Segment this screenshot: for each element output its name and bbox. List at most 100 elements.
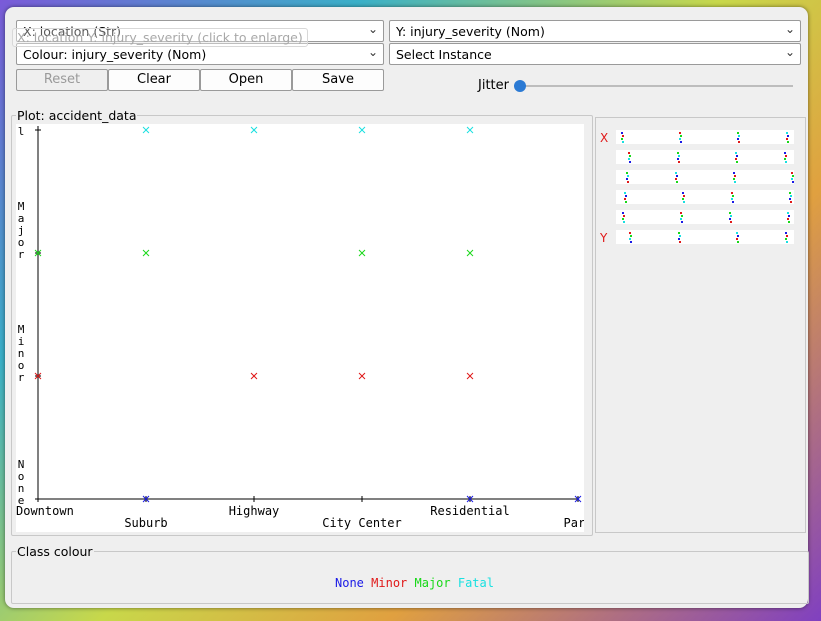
attribute-dot — [680, 212, 682, 214]
legend-none[interactable]: None — [335, 576, 364, 590]
save-button[interactable]: Save — [292, 69, 384, 91]
attribute-dot — [630, 235, 632, 237]
attribute-strip[interactable] — [616, 210, 794, 224]
data-point[interactable] — [466, 372, 474, 380]
y-tick-label: Fatal — [18, 124, 25, 138]
attribute-dot — [682, 192, 684, 194]
attribute-dot — [734, 181, 736, 183]
attribute-dot — [680, 218, 682, 220]
attribute-dot — [791, 178, 793, 180]
attribute-dot — [623, 221, 625, 223]
attribute-dot — [731, 192, 733, 194]
attribute-dot — [677, 158, 679, 160]
attribute-dot — [729, 218, 731, 220]
attribute-dot — [792, 181, 794, 183]
attribute-dot — [738, 141, 740, 143]
attribute-dot — [679, 138, 681, 140]
attribute-dot — [785, 155, 787, 157]
attribute-dot — [681, 221, 683, 223]
attribute-dot — [626, 172, 628, 174]
attribute-dot — [735, 152, 737, 154]
attribute-dot — [785, 232, 787, 234]
attribute-dot — [729, 212, 731, 214]
attribute-dot — [625, 195, 627, 197]
attribute-dot — [621, 138, 623, 140]
attribute-overview-svg[interactable]: XY — [596, 118, 805, 532]
attribute-dot — [786, 235, 788, 237]
scatter-plot[interactable]: Downtown Suburb Highway City Center Resident… — [16, 124, 584, 532]
x-tick-label: Highway — [229, 504, 280, 518]
legend-minor[interactable]: Minor — [371, 576, 407, 590]
data-point[interactable] — [142, 126, 150, 134]
attribute-dot — [628, 152, 630, 154]
attribute-dot — [680, 141, 682, 143]
open-button[interactable]: Open — [200, 69, 292, 91]
attribute-dot — [784, 152, 786, 154]
colour-select-value: Colour: injury_severity (Nom) — [23, 47, 207, 62]
attribute-dot — [622, 141, 624, 143]
attribute-dot — [734, 175, 736, 177]
data-point[interactable] — [250, 372, 258, 380]
attribute-dot — [675, 178, 677, 180]
y-tick-label: Minor — [18, 323, 25, 384]
attribute-strip[interactable] — [616, 170, 794, 184]
attribute-dot — [683, 195, 685, 197]
jitter-slider-track[interactable] — [517, 85, 793, 87]
attribute-dot — [730, 221, 732, 223]
attribute-dot — [736, 238, 738, 240]
attribute-dot — [737, 132, 739, 134]
clear-button[interactable]: Clear — [108, 69, 200, 91]
attribute-dot — [677, 152, 679, 154]
attribute-dot — [786, 138, 788, 140]
data-point[interactable] — [466, 126, 474, 134]
reset-button[interactable]: Reset — [16, 69, 108, 91]
x-tick-label: Residential — [430, 504, 509, 518]
attribute-strip[interactable] — [616, 230, 794, 244]
attribute-overview-panel[interactable]: XY — [595, 117, 806, 533]
attribute-strip[interactable] — [616, 190, 794, 204]
attribute-dot — [733, 178, 735, 180]
attribute-dot — [678, 232, 680, 234]
data-point[interactable] — [466, 249, 474, 257]
attribute-dot — [676, 181, 678, 183]
data-point[interactable] — [358, 126, 366, 134]
data-point[interactable] — [250, 126, 258, 134]
attribute-dot — [679, 235, 681, 237]
class-colour-group: Class colour — [11, 544, 809, 604]
plot-title: Plot: accident_data — [17, 108, 137, 123]
attribute-dot — [624, 192, 626, 194]
attribute-dot — [627, 175, 629, 177]
jitter-slider-handle[interactable] — [514, 80, 526, 92]
data-point[interactable] — [358, 372, 366, 380]
attribute-dot — [682, 198, 684, 200]
data-point[interactable] — [142, 249, 150, 257]
attribute-dot — [784, 158, 786, 160]
scatter-plot-svg[interactable]: Downtown Suburb Highway City Center Resident… — [16, 124, 584, 532]
attribute-dot — [626, 178, 628, 180]
attribute-dot — [791, 172, 793, 174]
attribute-dot — [792, 175, 794, 177]
attribute-strip[interactable] — [616, 150, 794, 164]
attribute-dot — [789, 198, 791, 200]
instance-select[interactable]: Select Instance ⌄ — [389, 43, 801, 65]
data-point[interactable] — [358, 249, 366, 257]
attribute-dot — [676, 175, 678, 177]
legend-fatal[interactable]: Fatal — [458, 576, 494, 590]
y-axis-select[interactable]: Y: injury_severity (Nom) ⌄ — [389, 20, 801, 42]
attribute-dot — [787, 212, 789, 214]
attribute-dot — [731, 198, 733, 200]
attribute-strip[interactable] — [616, 130, 794, 144]
attribute-dot — [623, 215, 625, 217]
attribute-dot — [678, 161, 680, 163]
instance-select-value: Select Instance — [396, 47, 492, 62]
attribute-dot — [732, 201, 734, 203]
attribute-dot — [622, 212, 624, 214]
attribute-dot — [681, 215, 683, 217]
legend-major[interactable]: Major — [415, 576, 451, 590]
attribute-dot — [629, 232, 631, 234]
attribute-dot — [736, 155, 738, 157]
attribute-dot — [628, 158, 630, 160]
attribute-dot — [788, 221, 790, 223]
attribute-dot — [790, 201, 792, 203]
attribute-dot — [622, 135, 624, 137]
